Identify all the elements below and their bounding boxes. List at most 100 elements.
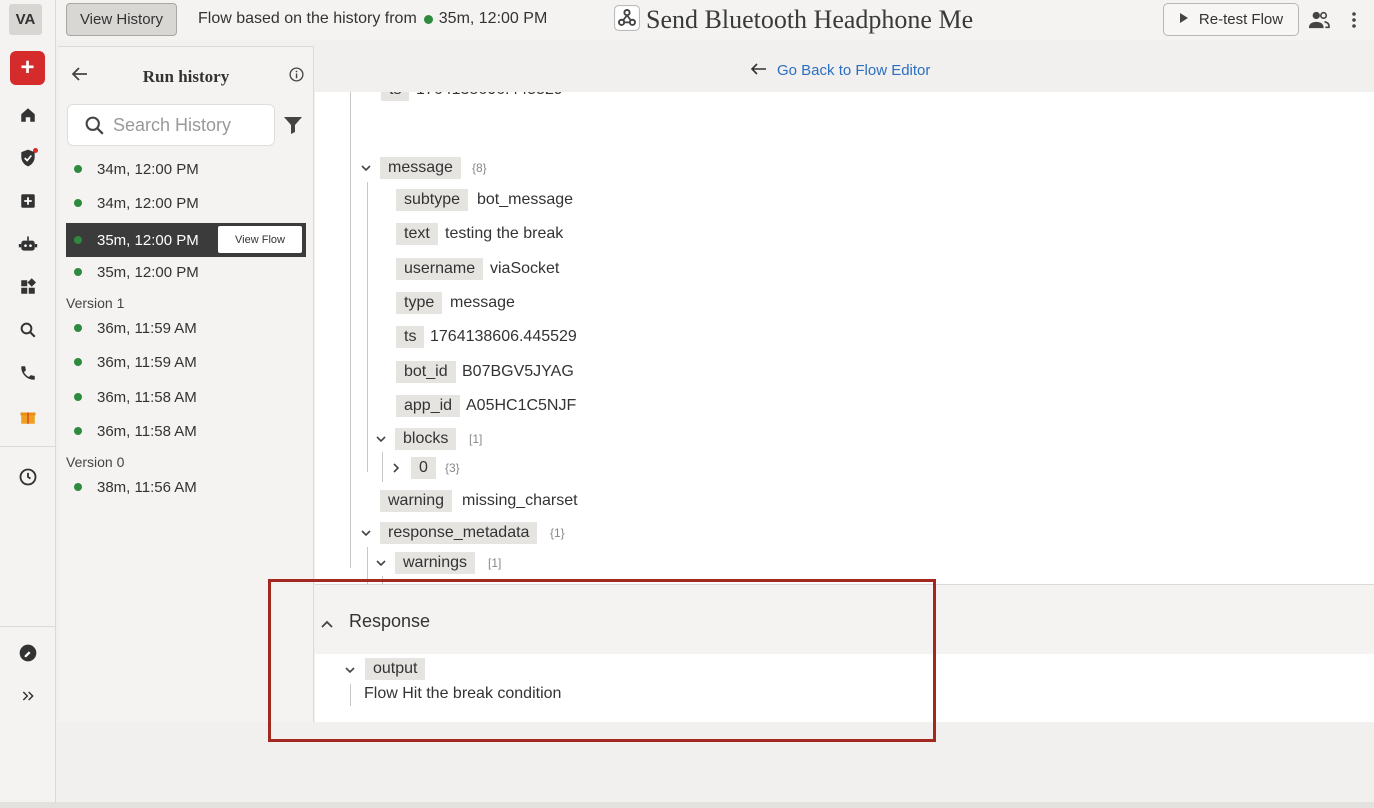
tree-value: testing the break	[445, 225, 564, 242]
response-body: output Flow Hit the break condition	[315, 654, 1374, 722]
plus-icon: +	[20, 54, 35, 81]
tree-key: text	[396, 223, 438, 245]
run-history-title: Run history	[142, 67, 230, 86]
play-icon	[1179, 11, 1189, 28]
status-dot	[74, 427, 82, 435]
users-icon[interactable]	[1308, 10, 1330, 35]
history-item-active[interactable]: 35m, 12:00 PM View Flow	[66, 223, 306, 257]
retest-label: Re-test Flow	[1198, 11, 1284, 28]
add-box-icon[interactable]	[16, 189, 40, 213]
chevron-right-icon[interactable]	[390, 462, 402, 474]
run-history-panel: Run history 34m, 12:00 PM 34m, 12:00 PM …	[58, 46, 314, 722]
back-arrow-icon	[750, 62, 767, 79]
status-dot	[74, 393, 82, 401]
history-item[interactable]: 36m, 11:59 AM	[66, 347, 306, 377]
chevron-down-icon[interactable]	[360, 162, 372, 174]
left-rail: VA +	[0, 0, 56, 808]
history-item[interactable]: 35m, 12:00 PM	[66, 257, 306, 287]
main-content: Go Back to Flow Editor ts 1764138606.445…	[315, 46, 1374, 722]
tree-value: missing_charset	[462, 492, 578, 509]
status-dot	[74, 236, 82, 244]
shield-icon[interactable]	[16, 146, 40, 170]
tree-key: username	[396, 258, 484, 280]
version-label: Version 1	[66, 295, 125, 311]
output-value: Flow Hit the break condition	[364, 685, 562, 702]
top-bar: View History Flow based on the history f…	[56, 0, 1374, 40]
status-dot	[74, 358, 82, 366]
go-back-link[interactable]: Go Back to Flow Editor	[750, 62, 931, 79]
tree-value: 1764138606.445529	[430, 328, 577, 345]
tree-key-response-metadata[interactable]: response_metadata	[380, 522, 538, 544]
tree-key[interactable]: 0	[411, 457, 436, 479]
apps-icon[interactable]	[16, 275, 40, 299]
version-label: Version 0	[66, 454, 125, 470]
tree-count: [1]	[469, 432, 483, 446]
tree-value: A05HC1C5NJF	[466, 397, 577, 414]
avatar[interactable]: VA	[9, 4, 42, 35]
filter-icon[interactable]	[283, 115, 303, 140]
tree-key: bot_id	[396, 361, 456, 383]
tree-key: subtype	[396, 189, 469, 211]
tree-value: 1764138606.445529	[416, 92, 563, 101]
status-dot	[74, 268, 82, 276]
tree-key-warnings[interactable]: warnings	[395, 552, 476, 574]
history-item[interactable]: 36m, 11:58 AM	[66, 382, 306, 412]
flow-title-area: Send Bluetooth Headphone Me	[614, 4, 974, 36]
view-flow-button[interactable]: View Flow	[218, 226, 302, 253]
search-history-box[interactable]	[67, 104, 275, 146]
more-options-icon[interactable]	[1346, 11, 1362, 34]
flow-from-label: Flow based on the history from	[198, 10, 417, 27]
tree-key: warning	[380, 490, 453, 512]
status-dot	[74, 483, 82, 491]
history-item[interactable]: 34m, 12:00 PM	[66, 188, 306, 218]
phone-icon[interactable]	[16, 361, 40, 385]
retest-flow-button[interactable]: Re-test Flow	[1163, 3, 1299, 36]
chevron-down-icon[interactable]	[360, 527, 372, 539]
response-title: Response	[349, 611, 431, 631]
status-dot	[423, 14, 433, 24]
tree-value: bot_message	[477, 191, 574, 208]
tree-key-message[interactable]: message	[380, 157, 461, 179]
info-icon[interactable]	[289, 67, 304, 87]
history-item[interactable]: 36m, 11:58 AM	[66, 416, 306, 446]
gift-icon[interactable]	[16, 405, 40, 429]
webhook-icon	[614, 4, 640, 36]
bottom-strip	[0, 802, 1374, 808]
json-tree: ts 1764138606.445529 message {8} subtype…	[315, 92, 1374, 584]
create-button[interactable]: +	[10, 51, 45, 85]
clock-icon[interactable]	[16, 465, 40, 489]
chevron-down-icon[interactable]	[375, 433, 387, 445]
tree-count: {1}	[550, 526, 565, 540]
tree-key-output[interactable]: output	[365, 658, 426, 680]
support-icon[interactable]	[16, 641, 40, 665]
status-dot	[74, 165, 82, 173]
tree-key: ts	[396, 326, 425, 348]
status-dot	[74, 199, 82, 207]
search-history-input[interactable]	[113, 114, 263, 136]
chevron-up-icon[interactable]	[321, 615, 333, 633]
tree-key: type	[396, 292, 443, 314]
history-item[interactable]: 38m, 11:56 AM	[66, 472, 306, 502]
chevron-down-icon[interactable]	[375, 557, 387, 569]
tree-count: {3}	[445, 461, 460, 475]
flow-title[interactable]: Send Bluetooth Headphone Me	[646, 5, 973, 35]
go-back-label: Go Back to Flow Editor	[777, 62, 931, 79]
expand-icon[interactable]	[16, 684, 40, 708]
tree-count: [1]	[488, 556, 502, 570]
robot-icon[interactable]	[16, 232, 40, 256]
response-section-header[interactable]: Response	[315, 584, 1374, 654]
tree-key: app_id	[396, 395, 461, 417]
tree-value: message	[450, 294, 515, 311]
tree-value: B07BGV5JYAG	[462, 363, 574, 380]
history-item[interactable]: 34m, 12:00 PM	[66, 154, 306, 184]
tree-key-blocks[interactable]: blocks	[395, 428, 457, 450]
status-dot	[74, 324, 82, 332]
tree-key: ts	[381, 92, 410, 101]
flow-from-time: 35m, 12:00 PM	[438, 10, 548, 27]
history-item[interactable]: 36m, 11:59 AM	[66, 313, 306, 343]
home-icon[interactable]	[16, 103, 40, 127]
tree-value: viaSocket	[490, 260, 560, 277]
search-icon[interactable]	[16, 318, 40, 342]
view-history-button[interactable]: View History	[66, 3, 177, 36]
chevron-down-icon[interactable]	[344, 664, 356, 676]
